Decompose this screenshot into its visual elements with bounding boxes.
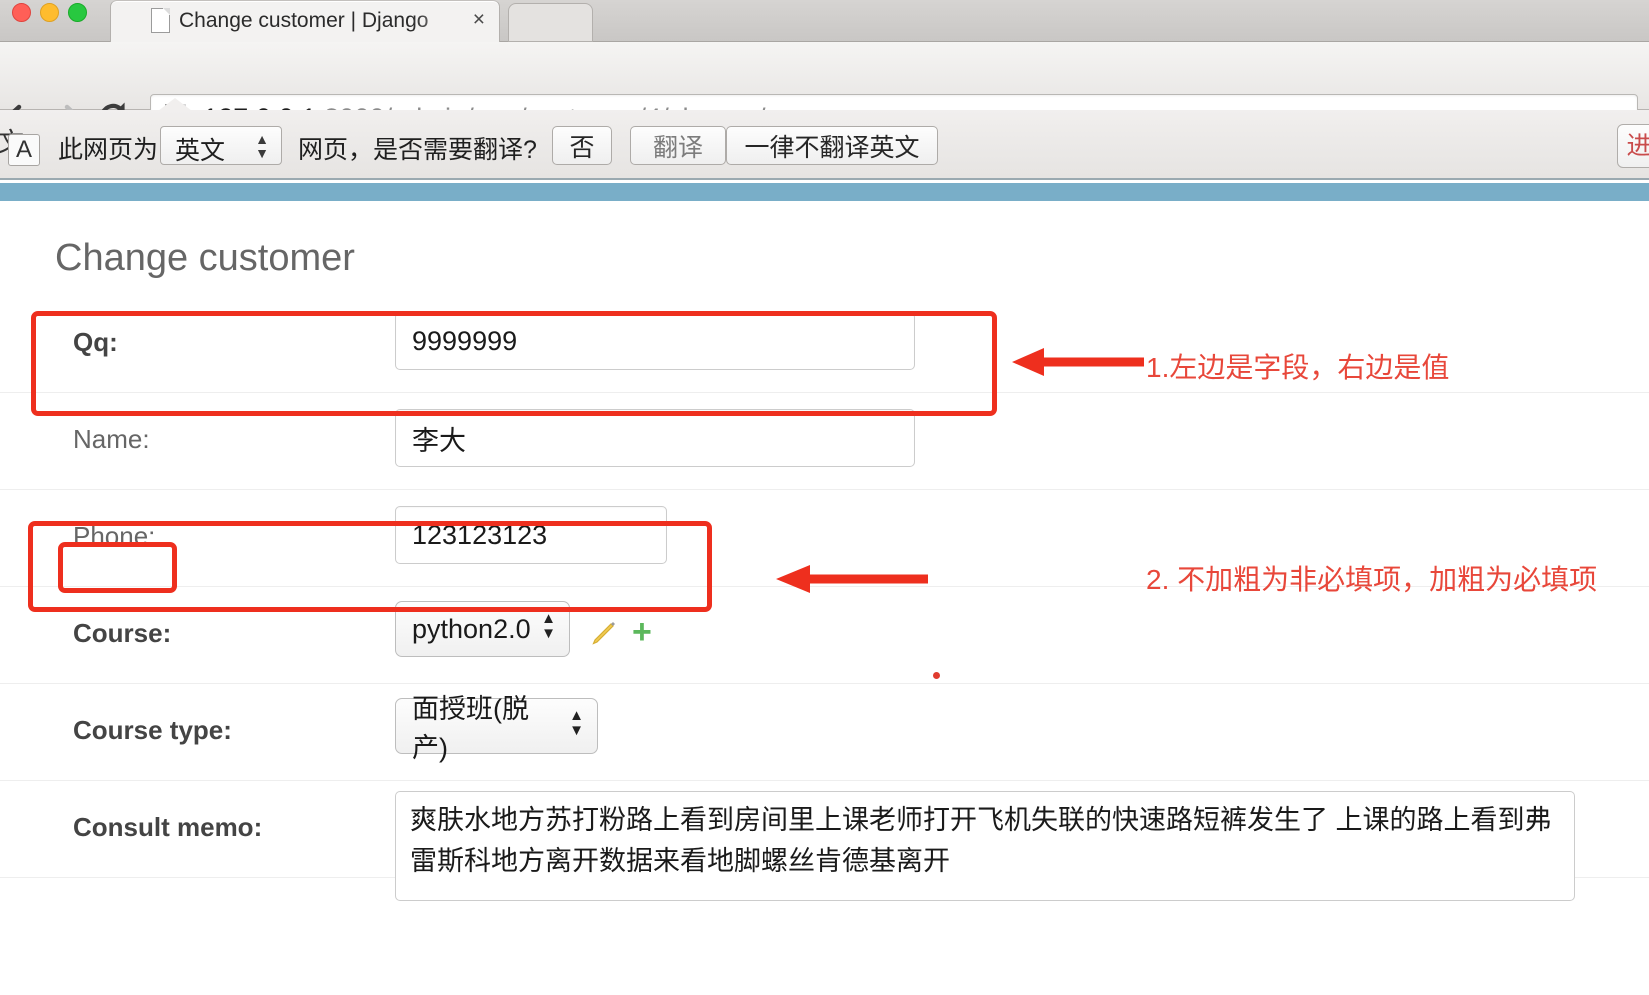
- chevron-updown-icon: ▲ ▼: [255, 131, 269, 161]
- minimize-window-button[interactable]: [40, 3, 59, 22]
- browser-tab[interactable]: Change customer | Django ×: [110, 0, 500, 42]
- infobar-prefix-label: 此网页为: [58, 136, 159, 164]
- field-label-name: Name:: [73, 424, 150, 454]
- browser-chrome: Change customer | Django × 127.0.0.1:800…: [0, 0, 1649, 183]
- tab-strip: Change customer | Django ×: [0, 0, 1649, 42]
- decline-translate-button[interactable]: 否: [552, 126, 612, 165]
- django-header-bar: [0, 183, 1649, 201]
- annotation-dot: [933, 672, 940, 679]
- translate-button[interactable]: 翻译: [630, 126, 726, 165]
- language-select[interactable]: 英文 ▲ ▼: [160, 126, 282, 165]
- infobar-suffix-label: 网页，是否需要翻译?: [298, 136, 537, 164]
- form-row-name: Name: 李大: [0, 393, 1649, 490]
- course-select-value: python2.0: [412, 613, 531, 644]
- translate-infobar: 文 A 此网页为 英文 ▲▼ 网页，是否需要翻译? 否 翻译 一律不翻译英文 进: [0, 98, 1649, 180]
- navigation-bar: 127.0.0.1:8000/admin/crm/customer/4/chan…: [0, 42, 1649, 140]
- annotation-arrow-2: [776, 565, 928, 593]
- infobar-overflow-button[interactable]: 进: [1617, 124, 1649, 168]
- close-icon[interactable]: ×: [473, 9, 485, 31]
- edit-pencil-icon[interactable]: [588, 617, 618, 654]
- form-row-consult-memo: Consult memo: 爽肤水地方苏打粉路上看到房间里上课老师打开飞机失联的…: [0, 781, 1649, 901]
- field-label-phone: Phone:: [73, 521, 156, 551]
- consult-memo-textarea[interactable]: 爽肤水地方苏打粉路上看到房间里上课老师打开飞机失联的快速路短裤发生了 上课的路上…: [395, 791, 1575, 901]
- course-type-select-value: 面授班(脱产): [412, 694, 529, 763]
- name-input[interactable]: 李大: [395, 409, 915, 467]
- page-title: Change customer: [55, 237, 355, 279]
- never-translate-button[interactable]: 一律不翻译英文: [726, 126, 938, 165]
- annotation-note-1: 1.左边是字段，右边是值: [1146, 352, 1450, 383]
- page-icon: [151, 8, 170, 33]
- new-tab-button[interactable]: [508, 3, 593, 42]
- language-select-value: 英文: [175, 137, 226, 165]
- field-label-consult-memo: Consult memo:: [73, 812, 263, 842]
- form-row-course-type: Course type: 面授班(脱产) ▲ ▼: [0, 684, 1649, 781]
- maximize-window-button[interactable]: [68, 3, 87, 22]
- field-label-qq: Qq:: [73, 327, 118, 357]
- annotation-arrow-1: [1012, 348, 1144, 376]
- chevron-updown-icon: ▲ ▼: [541, 610, 556, 642]
- translate-letter-glyph: A: [8, 134, 40, 166]
- translate-icon: 文 A: [0, 124, 46, 168]
- close-window-button[interactable]: [12, 3, 31, 22]
- window-controls[interactable]: [12, 3, 87, 22]
- add-plus-icon[interactable]: +: [632, 613, 652, 652]
- tab-title: Change customer | Django: [179, 9, 429, 32]
- course-select[interactable]: python2.0 ▲ ▼: [395, 601, 570, 657]
- chevron-updown-icon: ▲ ▼: [569, 707, 584, 739]
- course-type-select[interactable]: 面授班(脱产) ▲ ▼: [395, 694, 598, 763]
- annotation-note-2: 2. 不加粗为非必填项，加粗为必填项: [1146, 564, 1598, 595]
- qq-input[interactable]: 9999999: [395, 312, 915, 370]
- infobar-caret: [158, 98, 192, 111]
- field-label-course-type: Course type:: [73, 715, 232, 745]
- field-label-course: Course:: [73, 618, 172, 648]
- phone-input[interactable]: 123123123: [395, 506, 667, 564]
